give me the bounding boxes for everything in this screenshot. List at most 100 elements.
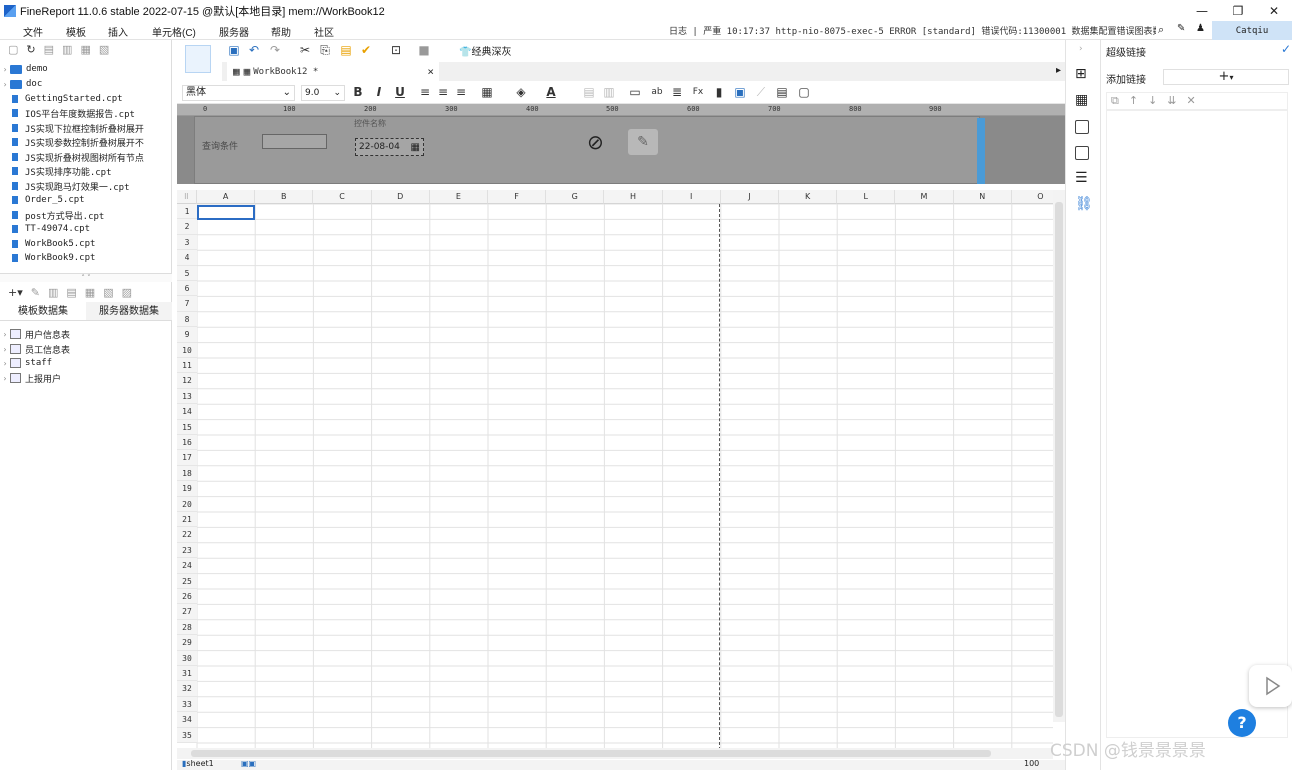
row-header-6[interactable]: 6: [177, 281, 197, 297]
help-button[interactable]: ?: [1228, 709, 1256, 737]
tree-folder-demo[interactable]: › demo: [0, 62, 48, 76]
column-header-g[interactable]: G: [546, 190, 605, 204]
tree-file[interactable]: WorkBook5.cpt: [12, 237, 95, 251]
chart-icon[interactable]: ▮: [712, 85, 726, 99]
align-right-icon[interactable]: ≡: [454, 85, 468, 99]
dataset-item[interactable]: › 用户信息表: [0, 327, 70, 341]
column-header-f[interactable]: F: [488, 190, 547, 204]
select-all-corner[interactable]: ⠿: [177, 190, 197, 204]
row-header-19[interactable]: 19: [177, 481, 197, 497]
selected-cell-a1[interactable]: [197, 205, 255, 220]
search-tree-icon[interactable]: ▥: [62, 43, 72, 56]
tab-workbook12[interactable]: ▦ ▦ WorkBook12 * ×: [227, 62, 439, 81]
column-header-l[interactable]: L: [837, 190, 896, 204]
undo-icon[interactable]: ↶: [247, 43, 261, 57]
vertical-scrollbar[interactable]: [1053, 190, 1065, 722]
search-icon[interactable]: ⌕: [1158, 23, 1164, 37]
row-header-30[interactable]: 30: [177, 650, 197, 666]
tree-file[interactable]: Order_5.cpt: [12, 193, 85, 207]
tree-file[interactable]: JS实现折叠树视图树所有节点: [12, 150, 144, 164]
refresh-icon[interactable]: ↻: [26, 43, 35, 56]
tree-file[interactable]: JS实现排序功能.cpt: [12, 164, 112, 178]
row-header-17[interactable]: 17: [177, 450, 197, 466]
italic-button[interactable]: I: [372, 85, 386, 99]
condition-icon[interactable]: [1075, 146, 1089, 160]
delete-link-icon[interactable]: ✕: [1187, 93, 1196, 109]
horizontal-scrollbar[interactable]: [177, 748, 1053, 759]
paragraph-icon[interactable]: ≣: [670, 85, 684, 99]
sheet-tab[interactable]: ▮sheet1: [182, 759, 214, 768]
column-header-d[interactable]: D: [371, 190, 430, 204]
row-header-27[interactable]: 27: [177, 604, 197, 620]
menu-file[interactable]: 文件: [23, 24, 43, 39]
row-header-29[interactable]: 29: [177, 635, 197, 651]
row-header-7[interactable]: 7: [177, 296, 197, 312]
formula-icon[interactable]: Fx: [691, 85, 705, 99]
bold-button[interactable]: B: [351, 85, 365, 99]
column-header-n[interactable]: N: [953, 190, 1012, 204]
dataset-item[interactable]: › 上报用户: [0, 371, 61, 385]
menu-cell[interactable]: 单元格(C): [152, 24, 196, 39]
h-scroll-thumb[interactable]: [191, 750, 991, 757]
menu-insert[interactable]: 插入: [108, 24, 128, 39]
tree-file[interactable]: GettingStarted.cpt: [12, 92, 123, 106]
list-icon[interactable]: ☰: [1075, 170, 1088, 186]
row-header-1[interactable]: 1: [177, 204, 197, 220]
open-icon[interactable]: ▤: [44, 43, 54, 56]
pane-resize-handle[interactable]: [977, 118, 985, 184]
row-header-14[interactable]: 14: [177, 404, 197, 420]
db-icon[interactable]: ▧: [103, 286, 113, 299]
edit-pen-icon[interactable]: ✎: [628, 129, 658, 155]
column-header-a[interactable]: A: [197, 190, 256, 204]
tree-file[interactable]: TT-49074.cpt: [12, 222, 90, 236]
slash-icon[interactable]: ⟋: [754, 85, 768, 99]
row-header-8[interactable]: 8: [177, 311, 197, 328]
collapse-arrow-icon[interactable]: ›: [1079, 44, 1083, 54]
font-color-icon[interactable]: A: [544, 85, 558, 99]
row-header-4[interactable]: 4: [177, 250, 197, 266]
expand-arrow-icon[interactable]: ›: [0, 80, 10, 89]
subreport-icon[interactable]: ▤: [775, 85, 789, 99]
calendar-icon[interactable]: ▦: [411, 140, 420, 156]
tab-template-dataset[interactable]: 模板数据集: [0, 302, 86, 320]
row-header-35[interactable]: 35: [177, 727, 197, 743]
align-left-icon[interactable]: ≡: [418, 85, 432, 99]
row-header-13[interactable]: 13: [177, 388, 197, 405]
font-size-select[interactable]: 9.0 ⌄: [301, 85, 345, 101]
move-down-icon[interactable]: ↓: [1148, 93, 1157, 109]
row-header-11[interactable]: 11: [177, 358, 197, 374]
format-painter-icon[interactable]: ✔: [359, 43, 373, 57]
delete-dataset-icon[interactable]: ▥: [48, 286, 58, 299]
add-sheet-icon[interactable]: ▣▣: [241, 759, 256, 768]
column-header-i[interactable]: I: [662, 190, 721, 204]
underline-button[interactable]: U: [393, 85, 407, 99]
zoom-value[interactable]: 100: [1024, 759, 1039, 768]
copy-link-icon[interactable]: ⧉: [1111, 93, 1119, 109]
close-tab-icon[interactable]: ×: [427, 65, 434, 78]
tree-folder-doc[interactable]: › doc: [0, 77, 43, 91]
hide-eye-icon[interactable]: ⊘: [587, 130, 604, 154]
column-header-m[interactable]: M: [895, 190, 954, 204]
row-header-3[interactable]: 3: [177, 234, 197, 251]
server-dataset-icon[interactable]: ▦: [85, 286, 95, 299]
save-icon[interactable]: ▣: [227, 43, 241, 57]
column-header-j[interactable]: J: [720, 190, 779, 204]
fill-color-icon[interactable]: ◈: [514, 85, 528, 99]
tree-file[interactable]: WorkBook9.cpt: [12, 251, 95, 265]
edit-dataset-icon[interactable]: ✎: [31, 286, 40, 299]
menu-server[interactable]: 服务器: [219, 24, 249, 39]
tree-file[interactable]: IOS平台年度数据报告.cpt: [12, 106, 135, 120]
cut-icon[interactable]: ✂: [298, 43, 312, 57]
stop-icon[interactable]: ■: [417, 43, 431, 57]
row-header-21[interactable]: 21: [177, 512, 197, 528]
parameter-pane[interactable]: 0 100 200 300 400 500 600 700 800 900 查询…: [177, 104, 1065, 184]
param-input[interactable]: [262, 134, 327, 149]
edit-icon[interactable]: ✎: [1177, 23, 1185, 34]
minimize-button[interactable]: —: [1184, 0, 1220, 21]
row-header-2[interactable]: 2: [177, 219, 197, 235]
row-header-16[interactable]: 16: [177, 435, 197, 451]
theme-button[interactable]: 👕经典深灰: [459, 43, 511, 58]
row-header-20[interactable]: 20: [177, 496, 197, 512]
preview-icon[interactable]: ⊡: [389, 43, 403, 57]
tree-file[interactable]: JS实现下拉框控制折叠树展开: [12, 121, 144, 135]
